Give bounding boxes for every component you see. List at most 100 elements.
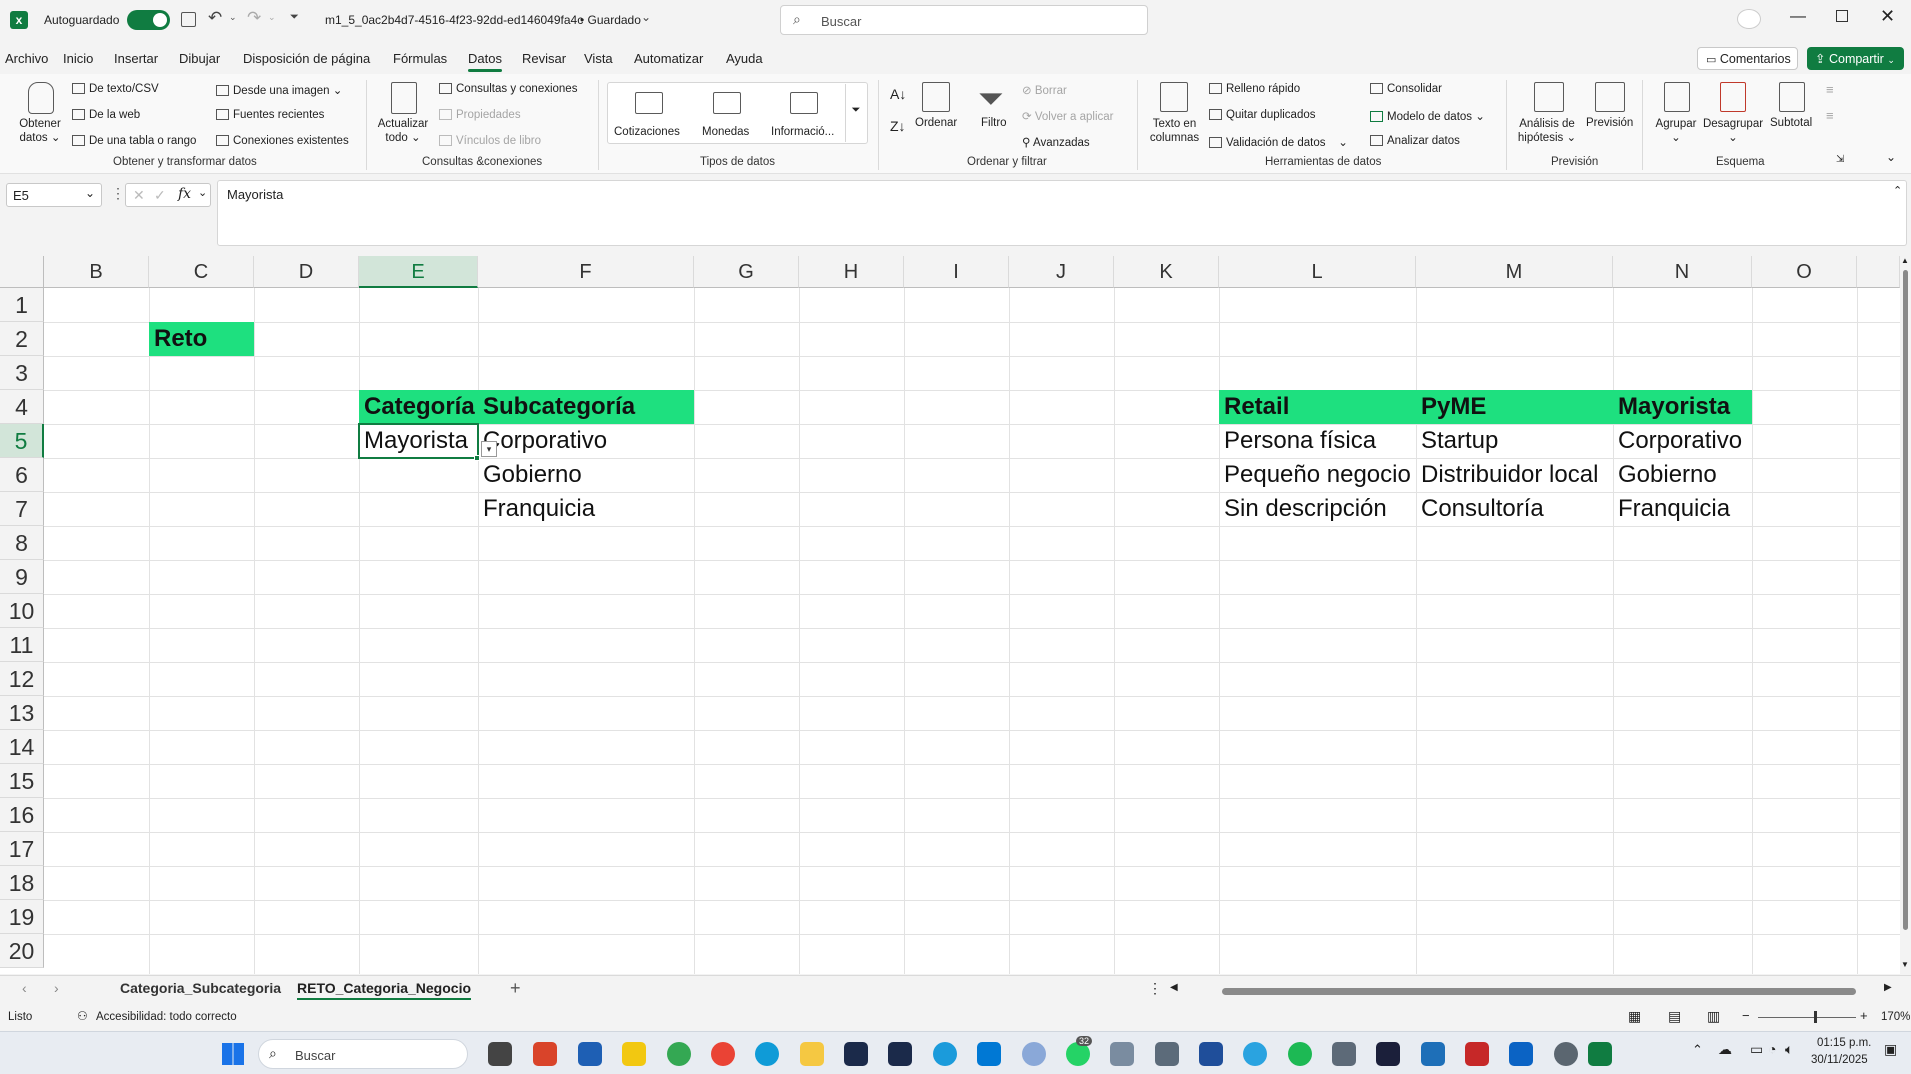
cell-f4[interactable]: Subcategoría — [478, 390, 694, 424]
app-m-icon[interactable] — [844, 1042, 868, 1066]
advanced-button[interactable]: ⚲ Avanzadas — [1022, 135, 1090, 149]
clock-date[interactable]: 30/11/2025 — [1811, 1054, 1868, 1066]
flash-fill-button[interactable]: Relleno rápido — [1209, 83, 1300, 95]
settings-icon[interactable] — [1554, 1042, 1578, 1066]
validation-dropdown-button[interactable]: ▾ — [481, 441, 497, 457]
start-icon[interactable] — [222, 1043, 244, 1065]
worksheet-grid[interactable]: B C D E F G H I J K L M N O 1 2 3 4 5 6 … — [0, 256, 1900, 974]
column-header-h[interactable]: H — [799, 256, 904, 288]
from-web-button[interactable]: De la web — [72, 109, 140, 121]
chrome-profile-icon[interactable] — [711, 1042, 735, 1066]
consolidate-button[interactable]: Consolidar — [1370, 83, 1442, 95]
row-header-6[interactable]: 6 — [0, 458, 44, 492]
menu-formulas[interactable]: Fórmulas — [393, 51, 447, 66]
cell-c2[interactable]: Reto — [149, 322, 254, 356]
ribbon-collapse-icon[interactable]: ⌄ — [1886, 150, 1896, 164]
row-header-16[interactable]: 16 — [0, 798, 44, 832]
undo-icon[interactable]: ↶ — [208, 8, 222, 28]
cell-n7[interactable]: Franquicia — [1613, 492, 1752, 526]
wifi-icon[interactable]: ◔ — [1768, 1041, 1776, 1057]
excel-taskbar-icon[interactable] — [1588, 1042, 1612, 1066]
horizontal-scroll-thumb[interactable] — [1222, 988, 1856, 995]
column-header-o[interactable]: O — [1752, 256, 1857, 288]
cell-f7[interactable]: Franquicia — [478, 492, 694, 526]
row-header-2[interactable]: 2 — [0, 322, 44, 356]
remove-duplicates-button[interactable]: Quitar duplicados — [1209, 109, 1316, 121]
get-data-button[interactable]: Obtener datos ⌄ — [17, 117, 63, 145]
filter-button[interactable]: Filtro — [981, 117, 1007, 129]
column-header-g[interactable]: G — [694, 256, 799, 288]
onedrive-icon[interactable]: ☁ — [1718, 1041, 1732, 1058]
cell-f5[interactable]: Corporativo — [478, 424, 694, 458]
app-gray-icon[interactable] — [1110, 1042, 1134, 1066]
undo-dropdown-icon[interactable]: ⌄ — [229, 12, 237, 23]
cell-l4[interactable]: Retail — [1219, 390, 1416, 424]
row-header-5[interactable]: 5 — [0, 424, 44, 458]
select-all-corner[interactable] — [0, 256, 44, 288]
sheet-tab-categoria-subcategoria[interactable]: Categoria_Subcategoria — [120, 980, 281, 996]
restore-icon[interactable] — [1836, 10, 1848, 22]
close-icon[interactable]: ✕ — [1880, 6, 1895, 27]
save-icon[interactable] — [181, 12, 196, 27]
row-header-20[interactable]: 20 — [0, 934, 44, 968]
cell-n6[interactable]: Gobierno — [1613, 458, 1752, 492]
row-header-9[interactable]: 9 — [0, 560, 44, 594]
cell-l5[interactable]: Persona física — [1219, 424, 1416, 458]
column-header-c[interactable]: C — [149, 256, 254, 288]
row-header-4[interactable]: 4 — [0, 390, 44, 424]
prev-sheet-icon[interactable]: ‹ — [22, 980, 27, 996]
group-button[interactable]: Agrupar ⌄ — [1653, 117, 1699, 145]
row-header-3[interactable]: 3 — [0, 356, 44, 390]
account-avatar[interactable] — [1737, 9, 1761, 29]
taskbar-search[interactable]: ⌕ Buscar — [258, 1039, 468, 1069]
help-icon[interactable] — [933, 1042, 957, 1066]
search-input[interactable]: ⌕ Buscar — [780, 5, 1148, 35]
vertical-scrollbar[interactable]: ▲ ▼ — [1900, 256, 1911, 974]
volume-icon[interactable]: 🔈︎ — [1785, 1041, 1793, 1058]
tray-chevron-icon[interactable]: ⌃ — [1692, 1042, 1703, 1058]
text-to-columns-button[interactable]: Texto en columnas — [1147, 117, 1202, 145]
cell-m7[interactable]: Consultoría — [1416, 492, 1613, 526]
sort-button[interactable]: Ordenar — [915, 117, 957, 129]
menu-automatizar[interactable]: Automatizar — [634, 51, 703, 66]
app-r-icon[interactable] — [1022, 1042, 1046, 1066]
calculator-icon[interactable] — [1332, 1042, 1356, 1066]
insert-function-icon[interactable]: fx — [178, 186, 191, 202]
cell-n4[interactable]: Mayorista — [1613, 390, 1752, 424]
minimize-icon[interactable]: — — [1790, 8, 1806, 26]
row-header-14[interactable]: 14 — [0, 730, 44, 764]
column-header-f[interactable]: F — [478, 256, 694, 288]
comments-button[interactable]: ▭ Comentarios — [1697, 47, 1798, 70]
app-red-icon[interactable] — [1465, 1042, 1489, 1066]
data-validation-button[interactable]: Validación de datos ⌄ — [1209, 135, 1348, 149]
sheet-tab-reto-categoria-negocio[interactable]: RETO_Categoria_Negocio — [297, 980, 472, 1000]
telegram-icon[interactable] — [1243, 1042, 1267, 1066]
spotify-icon[interactable] — [1288, 1042, 1312, 1066]
cell-m6[interactable]: Distribuidor local — [1416, 458, 1613, 492]
from-table-button[interactable]: De una tabla o rango — [72, 135, 196, 147]
autosave-toggle[interactable] — [127, 10, 170, 30]
formula-bar-collapse-icon[interactable]: ⌃ — [1893, 184, 1902, 197]
store-icon[interactable] — [578, 1042, 602, 1066]
cell-m4[interactable]: PyME — [1416, 390, 1613, 424]
cell-e4[interactable]: Categoría — [359, 390, 478, 424]
row-header-13[interactable]: 13 — [0, 696, 44, 730]
app-word-icon[interactable] — [1199, 1042, 1223, 1066]
notifications-icon[interactable]: ▣ — [1884, 1041, 1897, 1058]
menu-revisar[interactable]: Revisar — [522, 51, 566, 66]
fill-handle[interactable] — [474, 455, 480, 461]
sticky-notes-icon[interactable] — [622, 1042, 646, 1066]
page-break-view-icon[interactable]: ▥ — [1707, 1008, 1720, 1025]
row-header-19[interactable]: 19 — [0, 900, 44, 934]
column-header-b[interactable]: B — [44, 256, 149, 288]
menu-archivo[interactable]: Archivo — [5, 51, 48, 66]
from-image-button[interactable]: Desde una imagen ⌄ — [216, 83, 342, 97]
column-header-k[interactable]: K — [1114, 256, 1219, 288]
row-header-8[interactable]: 8 — [0, 526, 44, 560]
queries-connections-button[interactable]: Consultas y conexiones — [439, 83, 577, 95]
scroll-down-icon[interactable]: ▼ — [1901, 960, 1909, 969]
file-explorer-icon[interactable] — [800, 1042, 824, 1066]
zoom-level[interactable]: 170% — [1881, 1011, 1910, 1023]
normal-view-icon[interactable]: ▦ — [1628, 1008, 1641, 1025]
zoom-in-icon[interactable]: + — [1860, 1008, 1868, 1023]
